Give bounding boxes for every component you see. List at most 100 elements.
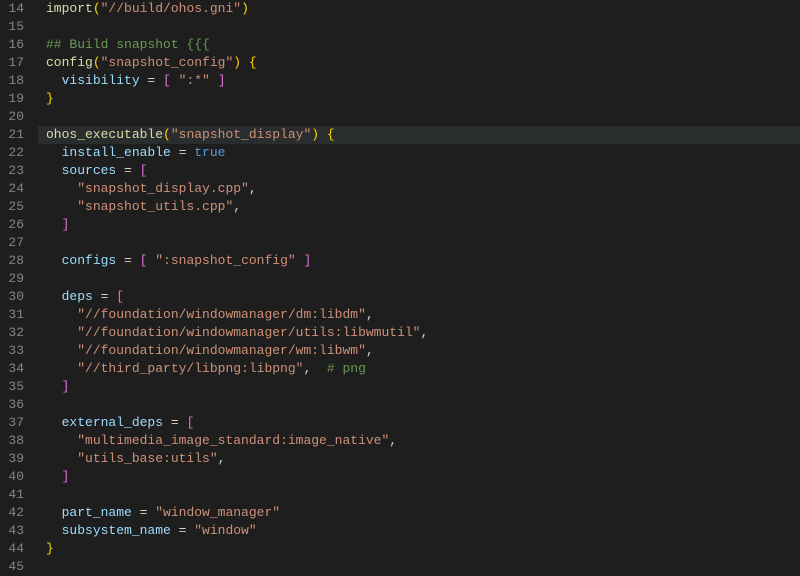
code-editor[interactable]: 1415161718192021222324252627282930313233… (0, 0, 800, 573)
token-brk1: ) (241, 1, 249, 16)
token-cmt: # png (327, 361, 366, 376)
code-line[interactable]: "multimedia_image_standard:image_native"… (46, 432, 800, 450)
line-number: 40 (8, 468, 24, 486)
code-line[interactable]: config("snapshot_config") { (46, 54, 800, 72)
line-number: 31 (8, 306, 24, 324)
token-var: configs (62, 253, 117, 268)
token-punct (319, 127, 327, 142)
code-line[interactable] (46, 270, 800, 288)
token-punct (171, 73, 179, 88)
code-line[interactable]: deps = [ (46, 288, 800, 306)
code-line[interactable]: visibility = [ ":*" ] (46, 72, 800, 90)
line-number: 28 (8, 252, 24, 270)
token-var: subsystem_name (62, 523, 171, 538)
line-number: 42 (8, 504, 24, 522)
code-line[interactable] (46, 558, 800, 576)
token-punct: , (249, 181, 257, 196)
token-brk1: { (327, 127, 335, 142)
token-var: sources (62, 163, 117, 178)
code-line[interactable]: "//foundation/windowmanager/dm:libdm", (46, 306, 800, 324)
line-number: 35 (8, 378, 24, 396)
token-punct: = (171, 145, 194, 160)
token-var: external_deps (62, 415, 163, 430)
token-str: "//foundation/windowmanager/dm:libdm" (77, 307, 366, 322)
token-str: "snapshot_utils.cpp" (77, 199, 233, 214)
code-line[interactable]: ] (46, 378, 800, 396)
token-punct (46, 163, 62, 178)
code-line[interactable]: ] (46, 468, 800, 486)
token-punct (46, 415, 62, 430)
code-area[interactable]: import("//build/ohos.gni") ## Build snap… (38, 0, 800, 573)
code-line[interactable]: external_deps = [ (46, 414, 800, 432)
line-number: 34 (8, 360, 24, 378)
token-str: "//foundation/windowmanager/wm:libwm" (77, 343, 366, 358)
code-line[interactable]: } (46, 540, 800, 558)
token-str: "window" (194, 523, 256, 538)
line-number: 36 (8, 396, 24, 414)
token-punct: , (420, 325, 428, 340)
token-brk2: ] (62, 217, 70, 232)
token-str: ":snapshot_config" (155, 253, 295, 268)
token-str: "multimedia_image_standard:image_native" (77, 433, 389, 448)
line-number: 27 (8, 234, 24, 252)
line-number: 18 (8, 72, 24, 90)
code-line[interactable]: import("//build/ohos.gni") (46, 0, 800, 18)
code-line[interactable]: configs = [ ":snapshot_config" ] (46, 252, 800, 270)
code-line[interactable]: sources = [ (46, 162, 800, 180)
token-brk1: ) (233, 55, 241, 70)
code-line[interactable]: } (46, 90, 800, 108)
token-brk2: [ (116, 289, 124, 304)
code-line[interactable]: "snapshot_display.cpp", (46, 180, 800, 198)
line-number: 24 (8, 180, 24, 198)
code-line[interactable] (46, 396, 800, 414)
line-number: 21 (8, 126, 24, 144)
code-line[interactable] (46, 234, 800, 252)
token-punct (46, 325, 77, 340)
line-number: 16 (8, 36, 24, 54)
line-number: 44 (8, 540, 24, 558)
token-punct: , (233, 199, 241, 214)
token-str: "window_manager" (155, 505, 280, 520)
token-punct (46, 253, 62, 268)
token-brk1: ( (93, 1, 101, 16)
line-number: 45 (8, 558, 24, 576)
code-line[interactable]: ohos_executable("snapshot_display") { (38, 126, 800, 144)
code-line[interactable]: install_enable = true (46, 144, 800, 162)
token-punct: = (116, 163, 139, 178)
code-line[interactable]: subsystem_name = "window" (46, 522, 800, 540)
token-brk1: ( (163, 127, 171, 142)
token-str: "utils_base:utils" (77, 451, 217, 466)
code-line[interactable] (46, 486, 800, 504)
token-cmt: ## Build snapshot {{{ (46, 37, 210, 52)
code-line[interactable]: "//foundation/windowmanager/utils:libwmu… (46, 324, 800, 342)
token-punct (46, 469, 62, 484)
code-line[interactable]: "snapshot_utils.cpp", (46, 198, 800, 216)
token-punct (46, 433, 77, 448)
code-line[interactable]: ] (46, 216, 800, 234)
line-number: 30 (8, 288, 24, 306)
token-var: install_enable (62, 145, 171, 160)
token-var: part_name (62, 505, 132, 520)
code-line[interactable] (46, 108, 800, 126)
token-brk1: } (46, 541, 54, 556)
token-str: "//build/ohos.gni" (101, 1, 241, 16)
token-brk2: [ (140, 163, 148, 178)
token-punct (46, 181, 77, 196)
token-punct (46, 361, 77, 376)
code-line[interactable]: "//third_party/libpng:libpng", # png (46, 360, 800, 378)
code-line[interactable]: "utils_base:utils", (46, 450, 800, 468)
code-line[interactable] (46, 18, 800, 36)
code-line[interactable]: part_name = "window_manager" (46, 504, 800, 522)
token-brk1: } (46, 91, 54, 106)
line-number: 32 (8, 324, 24, 342)
token-punct: , (366, 343, 374, 358)
token-str: ":*" (179, 73, 210, 88)
line-number: 43 (8, 522, 24, 540)
code-line[interactable]: "//foundation/windowmanager/wm:libwm", (46, 342, 800, 360)
token-brk1: ( (93, 55, 101, 70)
line-number: 14 (8, 0, 24, 18)
code-line[interactable]: ## Build snapshot {{{ (46, 36, 800, 54)
token-fn: import (46, 1, 93, 16)
token-punct (46, 451, 77, 466)
token-str: "snapshot_config" (101, 55, 234, 70)
